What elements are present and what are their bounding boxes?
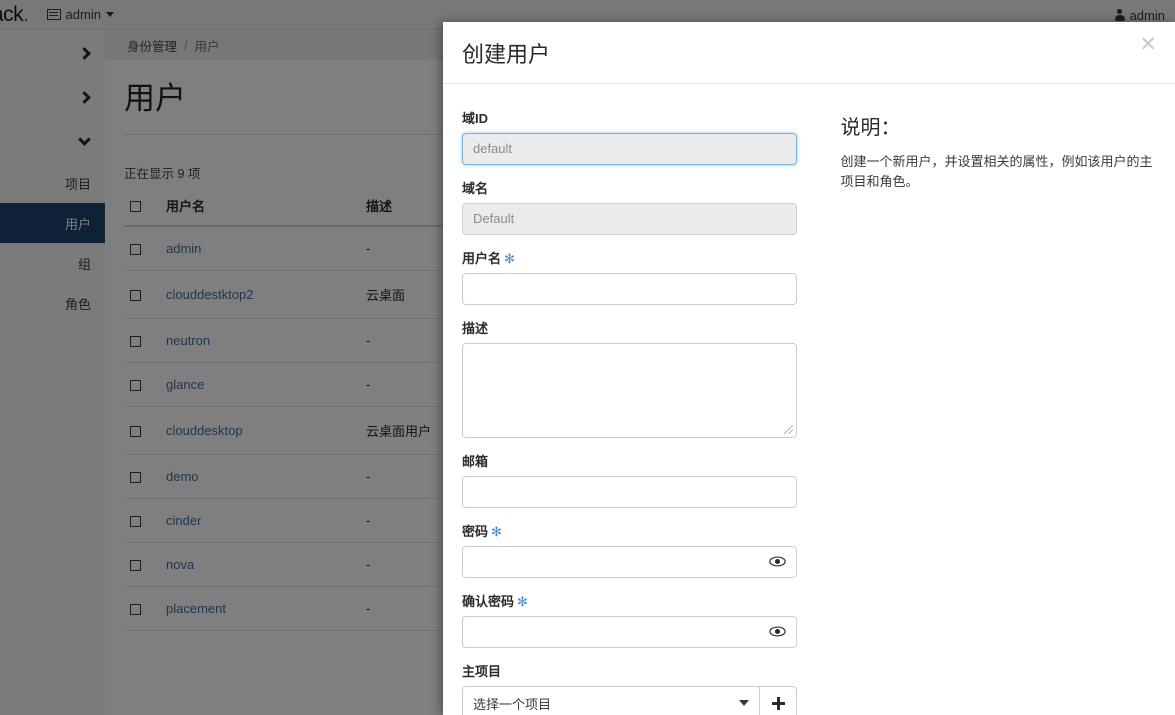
password-wrapper <box>462 546 797 578</box>
modal-title: 创建用户 <box>462 41 551 67</box>
add-project-button[interactable] <box>760 686 797 715</box>
help-body: 创建一个新用户，并设置相关的属性，例如该用户的主项目和角色。 <box>840 154 1153 190</box>
required-asterisk-icon: ✻ <box>504 251 515 266</box>
domain-name-input: Default <box>462 203 797 235</box>
primary-project-selected-label: 选择一个项目 <box>473 696 552 712</box>
password-input[interactable] <box>462 546 797 578</box>
eye-icon[interactable] <box>769 554 786 569</box>
field-user-name: 用户名 ✻ <box>462 248 816 305</box>
field-description: 描述 <box>462 318 816 438</box>
user-name-input[interactable] <box>462 273 797 305</box>
primary-project-select[interactable]: 选择一个项目 <box>462 686 760 715</box>
field-domain-name: 域名 Default <box>462 178 816 235</box>
required-asterisk-icon: ✻ <box>517 594 528 609</box>
field-confirm-password: 确认密码 ✻ <box>462 591 816 648</box>
email-input[interactable] <box>462 476 797 508</box>
confirm-password-wrapper <box>462 616 797 648</box>
chevron-down-icon <box>739 700 749 706</box>
field-label-email: 邮箱 <box>462 454 489 469</box>
description-textarea[interactable] <box>462 343 797 438</box>
modal-header: 创建用户 ✕ <box>443 22 1175 84</box>
field-primary-project: 主项目 选择一个项目 <box>462 661 816 715</box>
field-label-password: 密码 ✻ <box>462 521 816 540</box>
create-user-form: 域ID default 域名 Default 用户名 ✻ 描述 邮箱 密码 ✻ … <box>462 108 816 715</box>
field-label-domain-id: 域ID <box>462 111 489 126</box>
field-label-text: 确认密码 <box>462 594 515 609</box>
field-label-text: 密码 <box>462 524 489 539</box>
field-label-primary-project: 主项目 <box>462 664 502 679</box>
field-password: 密码 ✻ <box>462 521 816 578</box>
field-label-confirm-password: 确认密码 ✻ <box>462 591 816 610</box>
help-heading: 说明： <box>840 117 901 139</box>
field-label-text: 用户名 <box>462 251 502 266</box>
field-label-description: 描述 <box>462 321 489 336</box>
eye-icon[interactable] <box>769 624 786 639</box>
modal-help-panel: 说明： 创建一个新用户，并设置相关的属性，例如该用户的主项目和角色。 <box>816 108 1156 715</box>
create-user-modal: 创建用户 ✕ 域ID default 域名 Default 用户名 ✻ 描述 邮… <box>443 22 1175 715</box>
primary-project-row: 选择一个项目 <box>462 686 816 715</box>
domain-id-input[interactable]: default <box>462 133 797 165</box>
close-icon[interactable]: ✕ <box>1139 34 1157 55</box>
confirm-password-input[interactable] <box>462 616 797 648</box>
field-email: 邮箱 <box>462 451 816 508</box>
field-label-user-name: 用户名 ✻ <box>462 248 816 267</box>
modal-body: 域ID default 域名 Default 用户名 ✻ 描述 邮箱 密码 ✻ … <box>443 84 1175 715</box>
field-label-domain-name: 域名 <box>462 181 489 196</box>
field-domain-id: 域ID default <box>462 108 816 165</box>
required-asterisk-icon: ✻ <box>491 524 502 539</box>
